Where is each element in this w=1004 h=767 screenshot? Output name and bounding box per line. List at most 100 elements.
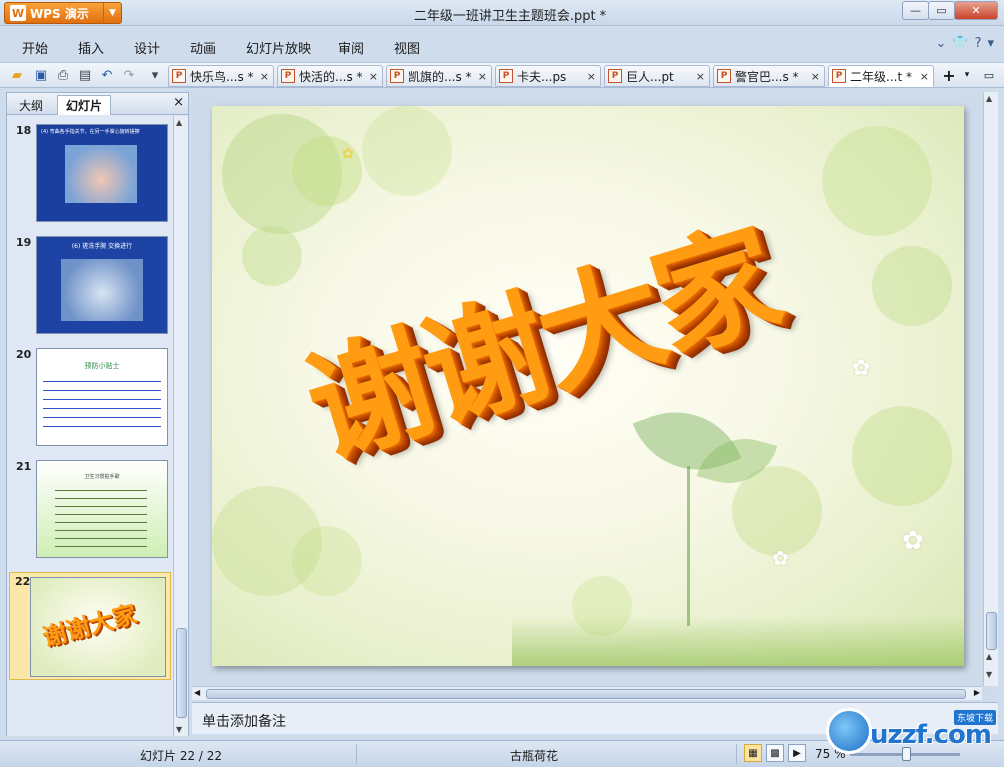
chevron-down-icon[interactable]: ▼: [103, 3, 121, 23]
menu-item-slideshow[interactable]: 幻灯片放映: [246, 38, 311, 57]
save-icon[interactable]: ▣: [32, 66, 50, 84]
status-separator: [736, 744, 737, 764]
flower-icon: ✿: [342, 146, 354, 162]
ppt-file-icon: P: [832, 69, 846, 83]
scroll-up-icon[interactable]: ▲: [176, 118, 182, 127]
status-separator: [356, 744, 357, 764]
doc-tab-label: 快乐鸟...s *: [190, 69, 254, 84]
slide-thumbnail[interactable]: 18 (4) 弯曲各手指关节，在另一手掌心旋转搓擦: [11, 124, 171, 224]
slide-number: 21: [16, 460, 32, 473]
menu-item-design[interactable]: 设计: [134, 38, 160, 57]
menu-item-home[interactable]: 开始: [22, 38, 48, 57]
scrollbar-thumb[interactable]: [206, 689, 966, 699]
thumbnail-caption: 卫生习惯拍手歌: [84, 474, 120, 480]
ppt-file-icon: P: [281, 69, 295, 83]
shirt-skin-icon[interactable]: 👕: [952, 36, 968, 51]
watermark-tag: 东坡下载: [954, 710, 997, 725]
close-icon[interactable]: ×: [173, 95, 184, 110]
close-icon[interactable]: ×: [587, 70, 596, 83]
text-lines-decoration: [43, 377, 161, 433]
help-icon[interactable]: ?: [975, 36, 982, 51]
slide-sorter-view-icon[interactable]: ▩: [766, 744, 784, 762]
slide-thumbnail-image: 卫生习惯拍手歌: [36, 460, 168, 558]
chevron-down-icon[interactable]: ▾: [987, 36, 994, 51]
notes-placeholder[interactable]: 单击添加备注: [202, 711, 286, 731]
slide-number: 22: [15, 575, 31, 588]
print-icon[interactable]: ⎙: [54, 66, 72, 84]
undo-icon[interactable]: ↶: [98, 66, 116, 84]
scroll-left-icon[interactable]: ◀: [194, 688, 200, 697]
hands-photo: [65, 145, 137, 203]
tab-outline[interactable]: 大纲: [11, 95, 51, 115]
scroll-right-icon[interactable]: ▶: [974, 688, 980, 697]
thumbnail-caption: (6) 搓洗手腕 交换进行: [71, 243, 133, 250]
scroll-up-icon[interactable]: ▲: [986, 94, 992, 103]
scrollbar-thumb[interactable]: [176, 628, 187, 718]
doc-tab[interactable]: P 卡夫...ps ×: [495, 65, 601, 87]
open-folder-icon[interactable]: ▰: [8, 66, 26, 84]
close-icon[interactable]: ×: [478, 70, 487, 83]
slide-title-text[interactable]: 谢谢大家: [283, 145, 923, 566]
slides-pane: 大纲 幻灯片 × 18 (4) 弯曲各手指关节，在另一手掌心旋转搓擦 19 (6…: [6, 92, 189, 736]
normal-view-icon[interactable]: ▦: [744, 744, 762, 762]
next-slide-icon[interactable]: ▼: [986, 670, 992, 679]
slide-area-horizontal-scrollbar[interactable]: ◀ ▶: [192, 686, 982, 700]
slide-thumbnail-selected[interactable]: 22 谢谢大家: [9, 572, 171, 680]
close-button[interactable]: ✕: [954, 1, 998, 20]
new-tab-plus-icon[interactable]: +: [940, 66, 958, 85]
ppt-file-icon: P: [390, 69, 404, 83]
tab-list-icon[interactable]: ▭: [980, 66, 998, 84]
title-bar: W WPS 演示 ▼ 二年级一班讲卫生主题班会.ppt * — ▭ ✕: [0, 0, 1004, 26]
doc-tab-label: 卡夫...ps: [517, 69, 567, 84]
wps-logo-icon: W: [10, 5, 26, 21]
menu-bar: 开始 插入 设计 动画 幻灯片放映 审阅 视图 ⌄ 👕 ? ▾: [0, 33, 1004, 59]
slide-area-vertical-scrollbar[interactable]: ▲ ▲ ▼: [983, 92, 998, 686]
chevron-down-icon[interactable]: ▾: [958, 66, 976, 84]
thumbnail-caption: (4) 弯曲各手指关节，在另一手掌心旋转搓擦: [41, 129, 140, 135]
slide-number: 19: [16, 236, 32, 249]
doc-tab[interactable]: P 快活的...s * ×: [277, 65, 383, 87]
tab-slides[interactable]: 幻灯片: [57, 95, 112, 115]
doc-tab[interactable]: P 警官巴...s * ×: [713, 65, 825, 87]
current-slide[interactable]: ✿ ✿ ✿ ✿ 谢谢大家: [212, 106, 964, 666]
close-icon[interactable]: ×: [369, 70, 378, 83]
customize-toolbar-icon[interactable]: ▾: [146, 66, 164, 84]
flower-icon: ✿: [902, 526, 924, 556]
minimize-button[interactable]: —: [902, 1, 929, 20]
stem-decoration: [687, 466, 690, 626]
doc-tab-active[interactable]: P 二年级...t * ×: [828, 65, 934, 87]
slide-thumbnail[interactable]: 19 (6) 搓洗手腕 交换进行: [11, 236, 171, 336]
theme-name[interactable]: 古瓶荷花: [510, 747, 558, 764]
scrollbar-thumb[interactable]: [986, 612, 997, 650]
menu-item-review[interactable]: 审阅: [338, 38, 364, 57]
close-icon[interactable]: ×: [260, 70, 269, 83]
redo-icon[interactable]: ↷: [120, 66, 138, 84]
doc-tab[interactable]: P 快乐鸟...s * ×: [168, 65, 274, 87]
slide-thumbnail[interactable]: 21 卫生习惯拍手歌: [11, 460, 171, 560]
ppt-file-icon: P: [172, 69, 186, 83]
close-icon[interactable]: ×: [920, 70, 929, 83]
scroll-down-icon[interactable]: ▼: [176, 725, 182, 734]
app-menu-label: WPS 演示: [30, 6, 89, 21]
menu-item-animation[interactable]: 动画: [190, 38, 216, 57]
previous-slide-icon[interactable]: ▲: [986, 652, 992, 661]
slides-pane-scrollbar[interactable]: ▲ ▼: [173, 116, 188, 736]
slide-number: 18: [16, 124, 32, 137]
close-icon[interactable]: ×: [696, 70, 705, 83]
menu-item-insert[interactable]: 插入: [78, 38, 104, 57]
doc-tab[interactable]: P 凯旗的...s * ×: [386, 65, 492, 87]
maximize-button[interactable]: ▭: [928, 1, 955, 20]
decorative-bubble: [362, 106, 452, 196]
print-preview-icon[interactable]: ▤: [76, 66, 94, 84]
menu-right-tools: ⌄ 👕 ? ▾: [935, 36, 994, 51]
wps-app-menu-button[interactable]: W WPS 演示 ▼: [4, 2, 122, 24]
doc-tab[interactable]: P 巨人...pt ×: [604, 65, 710, 87]
menu-item-view[interactable]: 视图: [394, 38, 420, 57]
decorative-bubble: [212, 486, 322, 596]
doc-tab-label: 二年级...t *: [850, 69, 912, 84]
close-icon[interactable]: ×: [811, 70, 820, 83]
site-watermark: uzzf.com 东坡下载: [826, 704, 1002, 760]
slideshow-view-icon[interactable]: ▶: [788, 744, 806, 762]
chevron-down-icon[interactable]: ⌄: [935, 36, 946, 51]
slide-thumbnail[interactable]: 20 预防小贴士: [11, 348, 171, 448]
